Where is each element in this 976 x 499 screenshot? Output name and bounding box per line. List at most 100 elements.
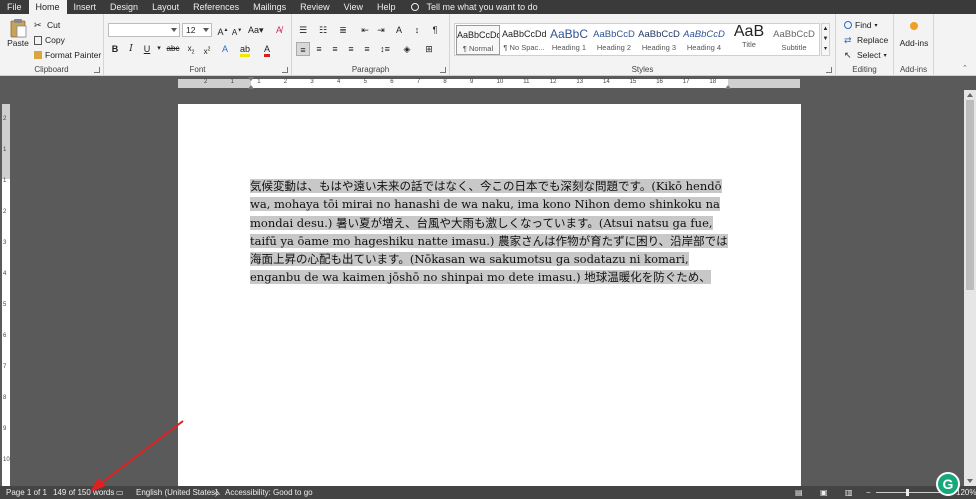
zoom-slider-thumb[interactable] [906, 489, 909, 496]
align-left-button[interactable]: ≡ [296, 42, 310, 56]
shrink-font-button[interactable]: A▼ [230, 23, 244, 37]
underline-dropdown[interactable]: ▾ [152, 42, 166, 56]
borders-button[interactable]: ⊞ [422, 42, 436, 56]
chevron-up-icon[interactable]: ▲ [822, 24, 829, 34]
collapse-ribbon-icon[interactable]: ⌃ [962, 64, 968, 72]
bold-button[interactable]: B [108, 42, 122, 56]
tab-mailings[interactable]: Mailings [246, 0, 293, 14]
print-layout-icon[interactable]: ▣ [820, 486, 828, 499]
grammarly-icon[interactable]: G [936, 472, 960, 496]
document-page[interactable]: 気候変動は、もはや遠い未来の話ではなく、今この日本でも深刻な問題です。(Kikō… [178, 104, 801, 486]
page-count[interactable]: Page 1 of 1 [6, 486, 47, 499]
font-size-value: 12 [186, 25, 196, 35]
zoom-slider[interactable] [876, 492, 946, 493]
italic-button[interactable]: I [124, 42, 138, 56]
vertical-scrollbar[interactable] [964, 90, 976, 486]
vertical-ruler[interactable]: 2 1 1 2 3 4 5 6 7 8 9 10 [0, 90, 12, 486]
font-name-combo[interactable] [108, 23, 180, 37]
style-heading-1[interactable]: AaBbC Heading 1 [547, 25, 591, 55]
first-line-indent-marker[interactable] [248, 77, 254, 81]
zoom-out-icon[interactable]: − [866, 486, 871, 499]
chevron-down-icon[interactable]: ▼ [822, 34, 829, 44]
web-layout-icon[interactable]: ▥ [845, 486, 853, 499]
tab-file[interactable]: File [0, 0, 29, 14]
style-heading-3[interactable]: AaBbCcD Heading 3 [637, 25, 681, 55]
style-heading-4[interactable]: AaBbCcD Heading 4 [682, 25, 726, 55]
horizontal-ruler[interactable]: 2 1 1 2 3 4 5 6 7 8 9 10 11 12 13 14 15 16 17 18 [0, 77, 976, 90]
font-size-combo[interactable]: 12 [182, 23, 212, 37]
superscript-button[interactable]: x2 [200, 42, 214, 56]
increase-indent-button[interactable]: ⇥ [374, 23, 388, 37]
proofing-icon[interactable]: ▭ [116, 486, 124, 499]
numbering-button[interactable]: ☷ [316, 23, 330, 37]
styles-gallery-scroll[interactable]: ▲ ▼ ▾ [821, 23, 830, 56]
document-canvas[interactable]: 気候変動は、もはや遠い未来の話ではなく、今この日本でも深刻な問題です。(Kikō… [12, 90, 964, 486]
paragraph-launcher-icon[interactable] [440, 67, 446, 73]
tell-me-search[interactable]: Tell me what you want to do [403, 2, 538, 12]
align-center-button[interactable]: ≡ [312, 42, 326, 56]
borders-icon: ⊞ [425, 44, 433, 54]
cut-button[interactable]: ✂ Cut [34, 20, 60, 30]
scrollbar-thumb[interactable] [966, 100, 974, 290]
tab-review[interactable]: Review [293, 0, 337, 14]
shading-button[interactable]: ◈ [400, 42, 414, 56]
align-right-button[interactable]: ≡ [328, 42, 342, 56]
tab-help[interactable]: Help [370, 0, 403, 14]
distributed-icon: ≡ [364, 44, 370, 54]
numbered-list-icon: ☷ [318, 25, 328, 35]
hanging-indent-marker[interactable] [248, 85, 254, 89]
select-button[interactable]: ↖ Select ▾ [844, 50, 887, 60]
editing-group-label: Editing [852, 65, 877, 74]
line-spacing-button[interactable]: ↕≡ [378, 42, 392, 56]
clear-formatting-button[interactable]: A̸ [272, 23, 286, 37]
strikethrough-button[interactable]: abc [166, 42, 180, 56]
tab-insert[interactable]: Insert [67, 0, 104, 14]
distributed-button[interactable]: ≡ [360, 42, 374, 56]
tab-design[interactable]: Design [103, 0, 145, 14]
ruler-tick-label: 10 [496, 79, 504, 85]
subscript-button[interactable]: x2 [184, 42, 198, 56]
style-heading-2[interactable]: AaBbCcD Heading 2 [592, 25, 636, 55]
style-subtitle[interactable]: AaBbCcD Subtitle [772, 25, 816, 55]
bullets-button[interactable]: ☰ [296, 23, 310, 37]
style-no-spacing[interactable]: AaBbCcDd ¶ No Spac... [502, 25, 546, 55]
change-case-button[interactable]: Aa▾ [248, 23, 264, 37]
language-indicator[interactable]: English (United States) [136, 486, 218, 499]
selected-paragraph[interactable]: 気候変動は、もはや遠い未来の話ではなく、今この日本でも深刻な問題です。(Kikō… [250, 179, 728, 285]
grow-font-button[interactable]: A▲ [216, 23, 230, 37]
tab-references[interactable]: References [186, 0, 246, 14]
find-button[interactable]: Find ▾ [844, 20, 878, 30]
sort-button[interactable]: ↕ [410, 23, 424, 37]
document-body[interactable]: 気候変動は、もはや遠い未来の話ではなく、今この日本でも深刻な問題です。(Kikō… [250, 177, 728, 287]
asian-layout-button[interactable]: A [392, 23, 406, 37]
font-launcher-icon[interactable] [282, 67, 288, 73]
text-effects-button[interactable]: A [218, 42, 232, 56]
font-color-button[interactable]: A [260, 42, 274, 57]
tab-view[interactable]: View [337, 0, 370, 14]
accessibility-status[interactable]: Accessibility: Good to go [225, 486, 313, 499]
show-marks-button[interactable]: ¶ [428, 23, 442, 37]
read-mode-icon[interactable]: ▤ [795, 486, 803, 499]
replace-button[interactable]: ⇄ Replace [844, 35, 888, 45]
word-count[interactable]: 149 of 150 words [53, 486, 114, 499]
addins-button[interactable]: Add-ins [898, 22, 930, 48]
highlight-button[interactable]: ab [238, 42, 252, 57]
decrease-indent-button[interactable]: ⇤ [358, 23, 372, 37]
tab-home[interactable]: Home [28, 0, 67, 14]
paste-button[interactable]: Paste [6, 18, 30, 48]
copy-button[interactable]: Copy [34, 35, 65, 45]
styles-launcher-icon[interactable] [826, 67, 832, 73]
format-painter-button[interactable]: Format Painter [34, 50, 101, 60]
styles-gallery: AaBbCcDd ¶ Normal AaBbCcDd ¶ No Spac... … [454, 23, 820, 56]
scroll-up-icon[interactable] [967, 93, 973, 97]
style-normal[interactable]: AaBbCcDd ¶ Normal [456, 25, 500, 55]
tab-layout[interactable]: Layout [145, 0, 186, 14]
right-indent-marker[interactable] [725, 85, 731, 89]
more-styles-icon[interactable]: ▾ [822, 44, 829, 54]
scroll-down-icon[interactable] [967, 479, 973, 483]
clipboard-launcher-icon[interactable] [94, 67, 100, 73]
style-title[interactable]: AaB Title [727, 25, 771, 55]
justify-button[interactable]: ≡ [344, 42, 358, 56]
status-bar: Page 1 of 1 149 of 150 words ▭ English (… [0, 486, 976, 499]
multilevel-list-button[interactable]: ≣ [336, 23, 350, 37]
